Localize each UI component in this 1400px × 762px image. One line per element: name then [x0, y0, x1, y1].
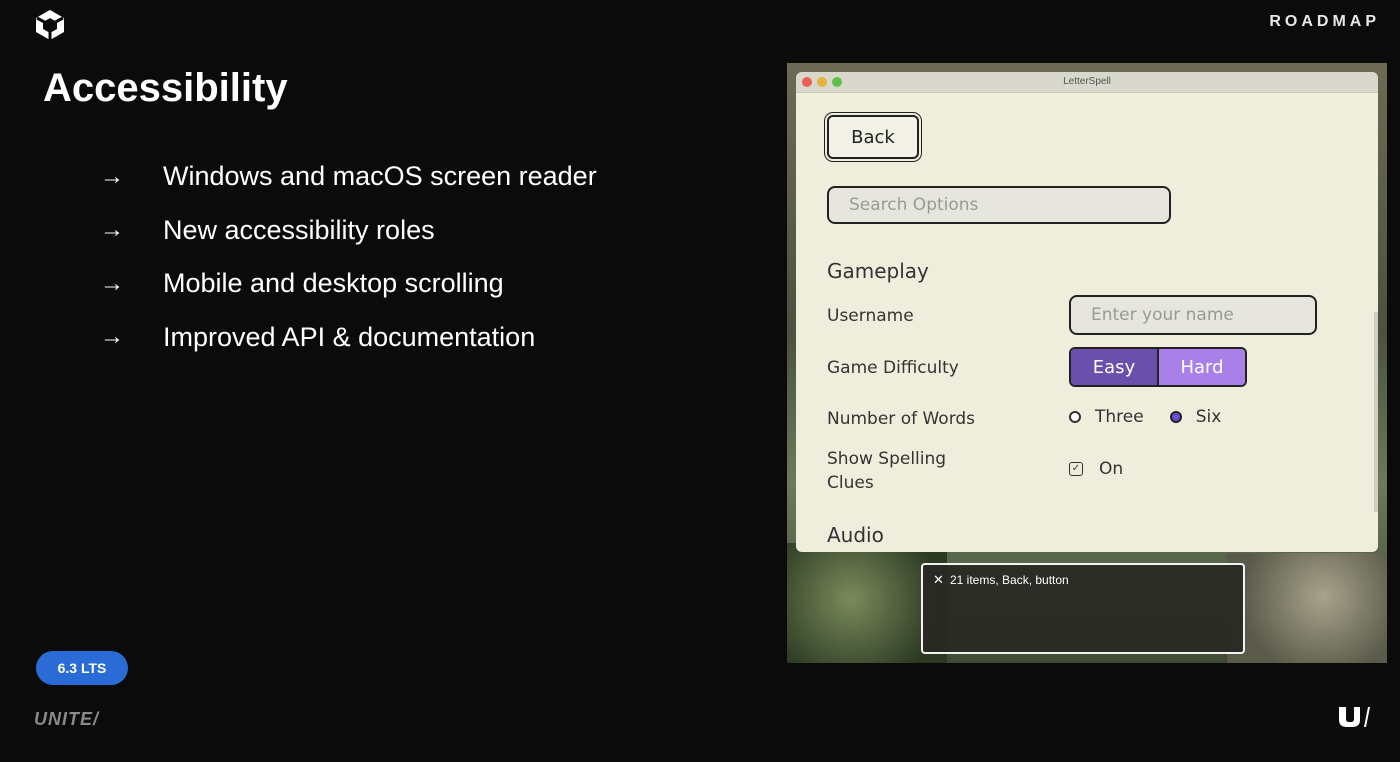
- difficulty-easy[interactable]: Easy: [1071, 349, 1159, 385]
- clues-label: Show Spelling Clues: [827, 447, 946, 495]
- screen-reader-text: 21 items, Back, button: [950, 573, 1069, 587]
- unite-logo: UNITE/: [34, 709, 100, 729]
- radio-unselected-icon: [1069, 411, 1081, 423]
- bullet-text: Improved API & documentation: [163, 321, 536, 352]
- words-label: Number of Words: [827, 409, 976, 429]
- bullet-item: → Windows and macOS screen reader: [100, 150, 597, 204]
- arrow-icon: →: [100, 162, 124, 190]
- back-button[interactable]: Back: [827, 115, 919, 159]
- bullet-item: → Mobile and desktop scrolling: [100, 257, 597, 311]
- section-audio: Audio: [827, 523, 884, 547]
- username-placeholder: Enter your name: [1091, 305, 1234, 325]
- difficulty-hard[interactable]: Hard: [1159, 349, 1245, 385]
- slide: ROADMAP Accessibility → Windows and macO…: [0, 0, 1400, 762]
- bullet-text: New accessibility roles: [163, 214, 435, 245]
- radio-three-label: Three: [1095, 407, 1144, 427]
- unity-cube-icon: [36, 10, 64, 40]
- arrow-icon: →: [100, 323, 124, 351]
- radio-six-label: Six: [1195, 407, 1222, 427]
- words-radio-group: Three Six: [1069, 407, 1247, 427]
- bullet-item: → Improved API & documentation: [100, 311, 597, 365]
- window-title: LetterSpell: [1063, 76, 1111, 87]
- clues-label-line1: Show Spelling: [827, 449, 947, 469]
- screen-reader-caption: ✕ 21 items, Back, button: [921, 563, 1245, 654]
- app-window: LetterSpell Back Search Options Gameplay…: [796, 72, 1378, 552]
- section-label: ROADMAP: [1269, 13, 1380, 30]
- radio-selected-icon: [1169, 411, 1182, 423]
- close-icon[interactable]: ✕: [933, 572, 944, 588]
- difficulty-label: Game Difficulty: [827, 358, 959, 378]
- bullet-list: → Windows and macOS screen reader → New …: [100, 150, 597, 364]
- radio-three[interactable]: Three: [1069, 407, 1144, 427]
- background-rock: [1227, 553, 1387, 663]
- version-badge: 6.3 LTS: [36, 651, 128, 685]
- username-label: Username: [827, 306, 914, 326]
- bullet-item: → New accessibility roles: [100, 204, 597, 258]
- app-screenshot: LetterSpell Back Search Options Gameplay…: [787, 63, 1387, 663]
- bullet-text: Mobile and desktop scrolling: [163, 268, 504, 299]
- arrow-icon: →: [100, 269, 124, 297]
- difficulty-toggle: Easy Hard: [1069, 347, 1247, 387]
- radio-six[interactable]: Six: [1169, 407, 1222, 427]
- clues-label-line2: Clues: [827, 473, 874, 493]
- scrollbar[interactable]: [1374, 312, 1378, 512]
- clues-checkbox[interactable]: ✓ On: [1069, 459, 1123, 479]
- checkbox-checked-icon: ✓: [1069, 462, 1083, 476]
- slide-title: Accessibility: [43, 66, 288, 110]
- username-input[interactable]: Enter your name: [1069, 295, 1317, 335]
- search-placeholder: Search Options: [849, 195, 979, 215]
- arrow-icon: →: [100, 216, 124, 244]
- section-gameplay: Gameplay: [827, 259, 929, 283]
- window-titlebar: LetterSpell: [796, 72, 1378, 93]
- clues-value: On: [1099, 459, 1124, 479]
- search-input[interactable]: Search Options: [827, 186, 1171, 224]
- u-slash-logo-icon: [1339, 707, 1370, 727]
- bullet-text: Windows and macOS screen reader: [163, 161, 597, 192]
